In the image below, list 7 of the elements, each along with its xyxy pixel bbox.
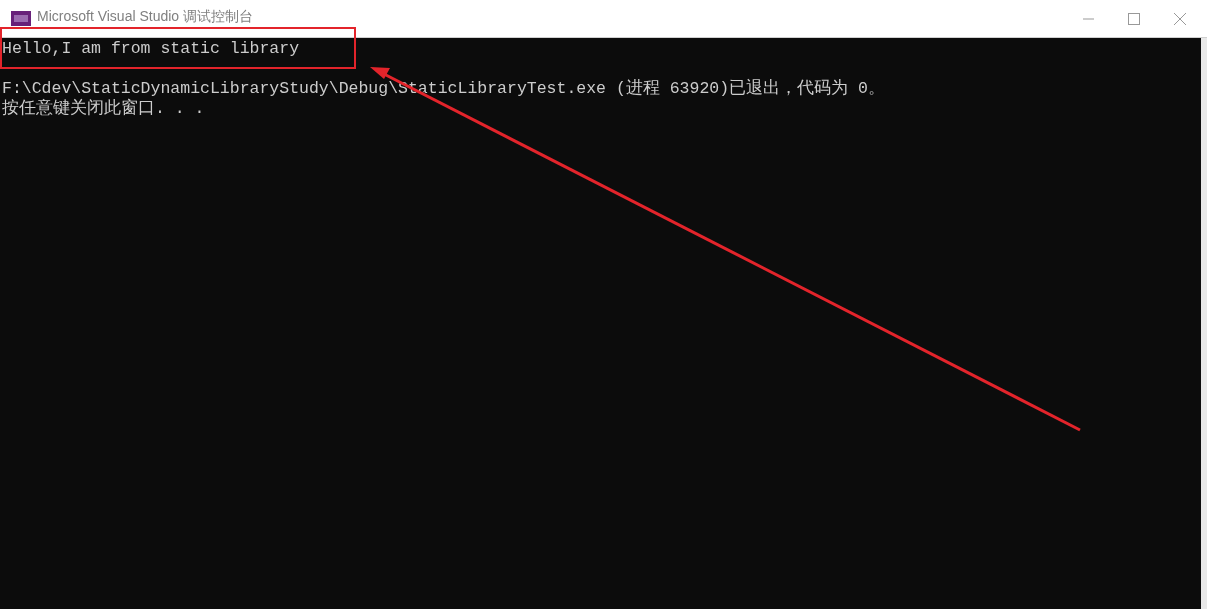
console-line: 按任意键关闭此窗口. . .	[2, 99, 205, 119]
minimize-icon	[1082, 17, 1094, 20]
maximize-icon	[1128, 12, 1140, 25]
window-title: Microsoft Visual Studio 调试控制台	[37, 7, 254, 24]
app-icon	[11, 11, 31, 26]
console-line: Hello,I am from static library	[2, 39, 300, 59]
close-icon	[1174, 12, 1186, 25]
